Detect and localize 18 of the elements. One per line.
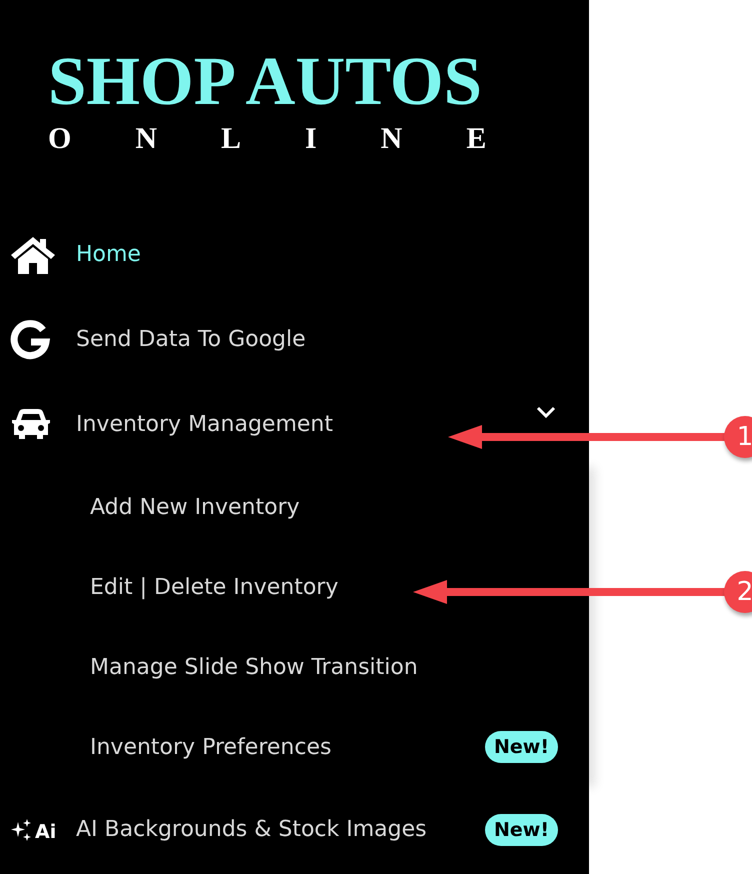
submenu-item[interactable]: Manage Slide Show Transition [90,654,418,680]
submenu-item[interactable]: Add New Inventory [90,494,300,520]
submenu-item[interactable]: Inventory Preferences [90,734,332,760]
chevron-icon[interactable] [536,406,556,418]
menu-item[interactable]: AI Backgrounds & Stock Images [76,817,427,842]
step-number-badge: 1 [724,416,752,458]
submenu-item[interactable]: Edit | Delete Inventory [90,574,338,600]
google-icon [10,320,50,360]
menu-item[interactable]: Home [76,242,141,267]
logo-subtitle: ONLINE [48,121,530,157]
menu-item[interactable]: Inventory Management [76,412,333,437]
car-icon [10,408,52,442]
home-icon [10,234,56,274]
logo-title: SHOP AUTOS [48,44,483,118]
new-badge: New! [484,731,558,763]
new-badge: New! [484,814,558,846]
menu-item[interactable]: Send Data To Google [76,327,306,352]
step-number-badge: 2 [724,571,752,613]
